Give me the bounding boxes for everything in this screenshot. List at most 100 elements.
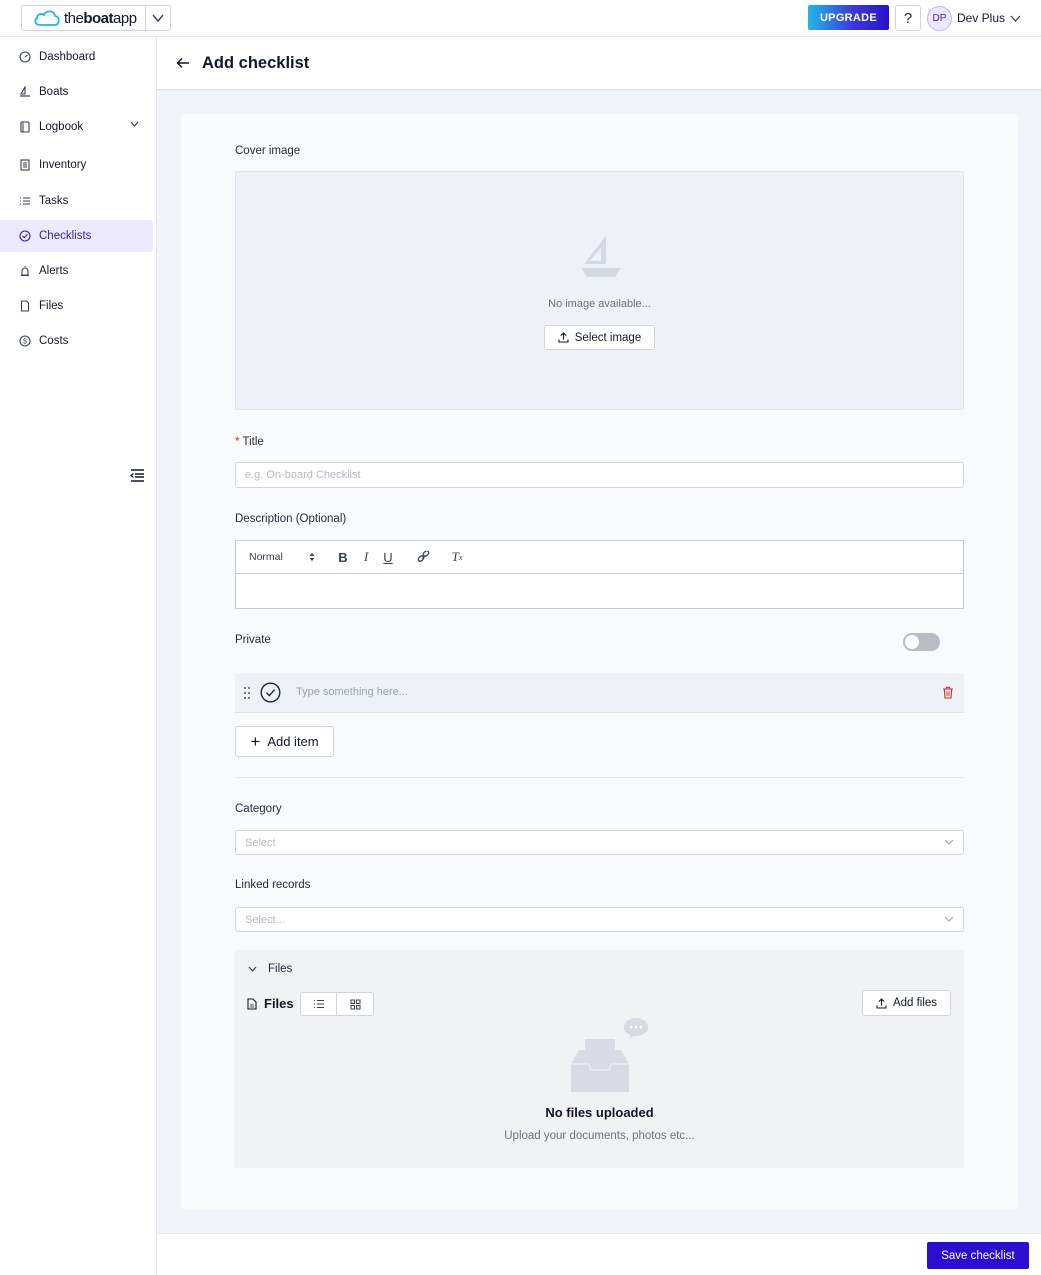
sidebar-item-tasks[interactable]: Tasks bbox=[0, 185, 153, 217]
brand-name: theboatapp bbox=[64, 9, 137, 27]
sidebar-item-files[interactable]: Files bbox=[0, 290, 153, 322]
boat-icon bbox=[18, 86, 31, 99]
chevron-down-icon bbox=[944, 839, 954, 845]
category-label: Category bbox=[235, 803, 282, 815]
add-item-label: Add item bbox=[267, 734, 319, 749]
user-menu[interactable]: DP Dev Plus bbox=[927, 5, 1021, 31]
title-label: * Title bbox=[235, 436, 264, 448]
footer-bar: Save checklist bbox=[157, 1233, 1041, 1275]
checklist-form: Cover image No image available... Select… bbox=[181, 114, 1018, 1209]
cover-image-dropzone[interactable]: No image available... Select image bbox=[235, 171, 964, 410]
main-content: Add checklist Cover image No image avail… bbox=[157, 37, 1041, 1233]
alarm-icon bbox=[18, 265, 31, 278]
add-item-button[interactable]: + Add item bbox=[235, 726, 334, 757]
editor-toolbar: Normal B I U Tx bbox=[236, 541, 963, 574]
files-collapse-toggle[interactable]: Files bbox=[248, 963, 292, 975]
grid-view-button[interactable] bbox=[337, 992, 374, 1016]
file-icon bbox=[247, 997, 257, 1010]
chevron-down-icon bbox=[1010, 15, 1021, 22]
linked-records-label: Linked records bbox=[235, 879, 311, 891]
help-button[interactable]: ? bbox=[895, 5, 921, 31]
sidebar-item-label: Alerts bbox=[39, 265, 69, 277]
clear-format-icon[interactable]: Tx bbox=[450, 549, 464, 564]
description-editor: Normal B I U Tx bbox=[235, 540, 964, 609]
chevron-down-icon bbox=[152, 14, 164, 22]
avatar: DP bbox=[927, 5, 952, 31]
file-icon bbox=[18, 300, 31, 313]
brand-logo-area[interactable]: theboatapp bbox=[22, 6, 146, 30]
sidebar-item-dashboard[interactable]: Dashboard bbox=[0, 41, 153, 73]
no-image-text: No image available... bbox=[548, 298, 651, 310]
toggle-knob bbox=[905, 635, 919, 649]
book-icon bbox=[18, 121, 31, 134]
sidebar-item-label: Tasks bbox=[39, 195, 69, 207]
bold-icon[interactable]: B bbox=[336, 550, 350, 565]
dollar-icon: $ bbox=[18, 335, 31, 348]
sidebar-item-checklists[interactable]: Checklists bbox=[0, 220, 153, 252]
trash-icon[interactable] bbox=[942, 686, 954, 699]
brand-dropdown-button[interactable] bbox=[146, 6, 170, 30]
upload-icon bbox=[876, 997, 887, 1009]
sidebar-item-label: Checklists bbox=[39, 230, 92, 242]
linked-records-placeholder: Select... bbox=[245, 913, 285, 926]
sailboat-icon bbox=[581, 236, 621, 277]
sidebar-item-logbook[interactable]: Logbook bbox=[0, 111, 153, 143]
private-toggle[interactable] bbox=[903, 633, 940, 651]
empty-inbox-icon bbox=[571, 1018, 648, 1092]
back-arrow-icon[interactable] bbox=[176, 56, 190, 70]
add-files-button[interactable]: Add files bbox=[862, 990, 951, 1016]
sidebar-item-label: Costs bbox=[39, 335, 69, 347]
upload-icon bbox=[558, 332, 569, 343]
list-view-button[interactable] bbox=[300, 992, 337, 1016]
sidebar-item-inventory[interactable]: Inventory bbox=[0, 149, 153, 181]
sort-arrows-icon bbox=[309, 553, 315, 561]
check-circle-icon bbox=[18, 230, 31, 243]
linked-records-select[interactable]: Select... bbox=[235, 907, 964, 932]
list-icon bbox=[313, 999, 324, 1009]
files-title: Files bbox=[247, 996, 294, 1011]
checklist-item-input[interactable]: Type something here... bbox=[296, 686, 408, 698]
format-select[interactable]: Normal bbox=[249, 551, 283, 563]
check-circle-icon[interactable] bbox=[260, 682, 281, 703]
dashboard-icon bbox=[18, 51, 31, 64]
save-checklist-button[interactable]: Save checklist bbox=[927, 1242, 1029, 1269]
add-files-label: Add files bbox=[892, 997, 938, 1009]
title-placeholder: e.g. On-board Checklist bbox=[245, 469, 361, 481]
sidebar-item-label: Inventory bbox=[39, 159, 87, 171]
upgrade-button[interactable]: UPGRADE bbox=[808, 5, 889, 30]
sidebar-item-boats[interactable]: Boats bbox=[0, 76, 153, 108]
plus-icon: + bbox=[250, 732, 261, 751]
cover-image-label: Cover image bbox=[235, 145, 301, 157]
sidebar-item-label: Boats bbox=[39, 86, 69, 98]
sidebar-item-costs[interactable]: $ Costs bbox=[0, 325, 153, 357]
italic-icon[interactable]: I bbox=[359, 549, 373, 564]
chevron-down-icon bbox=[130, 121, 139, 127]
files-section: Files Files Add files No files uploaded … bbox=[235, 950, 964, 1168]
underline-icon[interactable]: U bbox=[381, 550, 395, 565]
files-title-text: Files bbox=[264, 996, 294, 1011]
no-files-subtitle: Upload your documents, photos etc... bbox=[504, 1130, 695, 1142]
category-select[interactable]: Select bbox=[235, 830, 964, 855]
collapse-sidebar-icon[interactable] bbox=[130, 468, 145, 483]
sidebar-item-label: Dashboard bbox=[39, 51, 96, 63]
private-label: Private bbox=[235, 634, 271, 646]
user-name: Dev Plus bbox=[957, 11, 1006, 25]
chevron-down-icon bbox=[944, 916, 954, 922]
select-image-button[interactable]: Select image bbox=[544, 325, 655, 350]
checklist-item-row: Type something here... bbox=[235, 673, 964, 713]
view-toggle bbox=[300, 992, 374, 1016]
top-bar: theboatapp UPGRADE ? DP Dev Plus bbox=[0, 0, 1041, 37]
drag-handle-icon[interactable] bbox=[243, 686, 251, 700]
page-header: Add checklist bbox=[157, 37, 1041, 90]
category-placeholder: Select bbox=[245, 836, 276, 849]
title-input[interactable]: e.g. On-board Checklist bbox=[235, 462, 964, 488]
brand-switcher[interactable]: theboatapp bbox=[21, 5, 171, 31]
help-icon: ? bbox=[903, 9, 913, 27]
grid-icon bbox=[350, 999, 360, 1009]
sidebar-item-alerts[interactable]: Alerts bbox=[0, 255, 153, 287]
no-files-title: No files uploaded bbox=[545, 1105, 654, 1120]
svg-text:$: $ bbox=[23, 339, 27, 346]
link-icon[interactable] bbox=[416, 550, 430, 564]
inventory-icon bbox=[18, 159, 31, 172]
page-title: Add checklist bbox=[202, 53, 310, 72]
